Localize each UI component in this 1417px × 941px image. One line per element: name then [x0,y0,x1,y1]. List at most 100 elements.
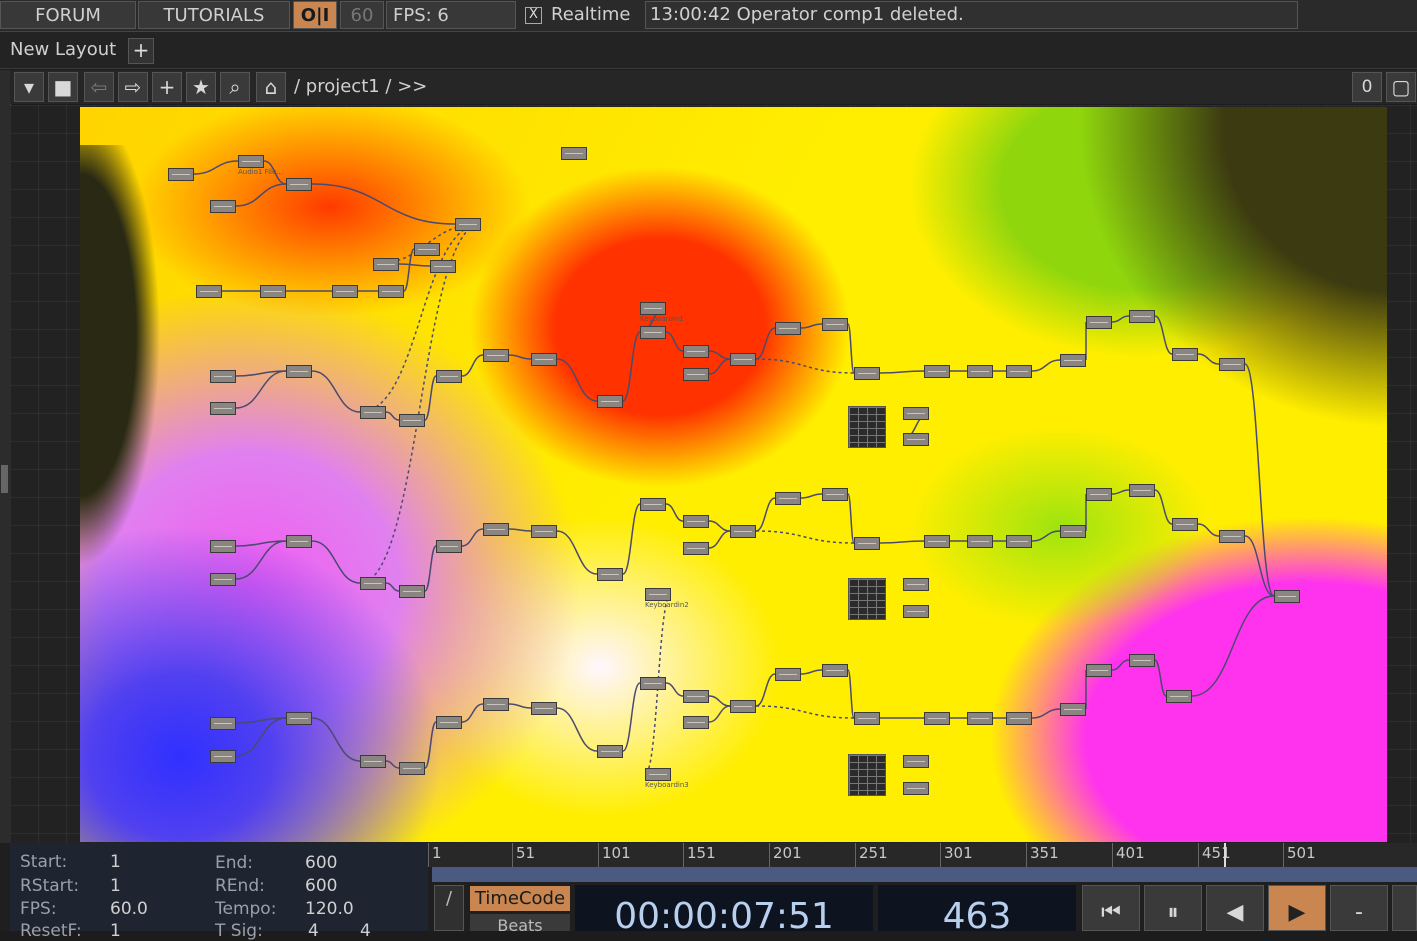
tsig-value-b[interactable]: 4 [360,921,371,941]
operator-node[interactable] [430,260,456,273]
operator-node[interactable] [854,367,880,380]
operator-node[interactable] [1086,664,1112,677]
oi-toggle-button[interactable]: O|I [293,1,337,29]
operator-node[interactable] [730,353,756,366]
operator-node[interactable] [483,523,509,536]
operator-node[interactable] [683,690,709,703]
operator-node[interactable] [822,318,848,331]
realtime-checkbox[interactable]: X [525,7,542,24]
pane-button[interactable]: ▢ [1386,72,1416,102]
operator-node[interactable] [730,700,756,713]
operator-node[interactable] [483,698,509,711]
search-button[interactable]: ⌕ [220,72,250,102]
playhead-marker[interactable] [1224,843,1226,867]
sidebar-scroll-handle[interactable] [1,465,8,493]
operator-node[interactable] [854,712,880,725]
operator-node[interactable] [531,525,557,538]
operator-node[interactable] [286,712,312,725]
operator-node[interactable] [1219,530,1245,543]
operator-node[interactable] [414,243,440,256]
viewer-node[interactable] [848,578,886,620]
operator-node[interactable] [260,285,286,298]
operator-node[interactable] [1129,654,1155,667]
operator-node[interactable] [597,395,623,408]
operator-node[interactable] [238,155,264,168]
operator-node[interactable] [683,716,709,729]
operator-node[interactable] [210,717,236,730]
operator-node[interactable] [1129,310,1155,323]
operator-node[interactable] [531,702,557,715]
favorite-button[interactable]: ★ [186,72,216,102]
frame-display[interactable]: 463 [878,885,1076,931]
rstart-value[interactable]: 1 [110,876,121,896]
operator-node[interactable] [210,370,236,383]
operator-node[interactable] [436,540,462,553]
timeline-ruler[interactable]: 1 51 101 151 201 251 301 351 401 451 501 [428,843,1417,867]
operator-node[interactable] [924,535,950,548]
timecode-display[interactable]: 00:00:07:51 [575,885,873,931]
tempo-value[interactable]: 120.0 [305,899,354,919]
tsig-value-a[interactable]: 4 [308,921,319,941]
resetf-value[interactable]: 1 [110,921,121,941]
minus-button[interactable]: - [1330,885,1388,931]
operator-node[interactable] [436,716,462,729]
operator-node[interactable] [822,664,848,677]
operator-node[interactable] [561,147,587,160]
operator-node[interactable] [967,365,993,378]
operator-node[interactable] [1060,354,1086,367]
operator-node[interactable] [378,285,404,298]
operator-node[interactable] [903,407,929,420]
operator-node[interactable] [1219,358,1245,371]
operator-node[interactable] [903,755,929,768]
operator-node[interactable] [1129,484,1155,497]
operator-node[interactable] [967,535,993,548]
timecode-mode-button[interactable]: TimeCode [470,886,570,911]
operator-node[interactable] [645,768,671,781]
slash-button[interactable]: / [434,885,464,931]
operator-node[interactable] [903,605,929,618]
operator-node[interactable] [1172,348,1198,361]
operator-node[interactable] [1060,703,1086,716]
operator-node[interactable] [360,755,386,768]
viewer-node[interactable] [848,754,886,796]
operator-node[interactable] [373,258,399,271]
forum-button[interactable]: FORUM [0,1,136,29]
operator-node[interactable] [775,492,801,505]
operator-node[interactable] [210,573,236,586]
operator-node[interactable] [531,353,557,366]
operator-node[interactable] [683,542,709,555]
operator-node[interactable] [775,668,801,681]
operator-node[interactable] [597,568,623,581]
operator-node[interactable] [854,537,880,550]
operator-node[interactable] [168,168,194,181]
operator-node[interactable] [210,750,236,763]
operator-node[interactable] [1060,525,1086,538]
operator-node[interactable] [436,370,462,383]
operator-node[interactable] [1086,488,1112,501]
operator-node[interactable] [1274,590,1300,603]
operator-node[interactable] [286,178,312,191]
rewind-button[interactable]: ⏮ [1082,885,1140,931]
operator-node[interactable] [640,326,666,339]
fps-value[interactable]: 60.0 [110,899,148,919]
operator-node[interactable] [1086,316,1112,329]
operator-node[interactable] [360,406,386,419]
operator-node[interactable] [210,402,236,415]
fps-target-field[interactable]: 60 [340,1,384,29]
forward-button[interactable]: ⇨ [118,72,148,102]
operator-node[interactable] [399,414,425,427]
operator-node[interactable] [1006,535,1032,548]
stop-button[interactable]: ■ [48,72,78,102]
play-button[interactable]: ▶ [1268,885,1326,931]
operator-node[interactable] [1006,712,1032,725]
add-layout-button[interactable]: + [128,38,154,64]
end-value[interactable]: 600 [305,853,337,873]
operator-node[interactable] [640,498,666,511]
home-button[interactable]: ⌂ [256,72,286,102]
operator-node[interactable] [683,515,709,528]
operator-node[interactable] [822,488,848,501]
menu-dropdown-button[interactable]: ▾ [14,72,44,102]
operator-node[interactable] [399,762,425,775]
operator-node[interactable] [645,588,671,601]
add-operator-button[interactable]: + [152,72,182,102]
